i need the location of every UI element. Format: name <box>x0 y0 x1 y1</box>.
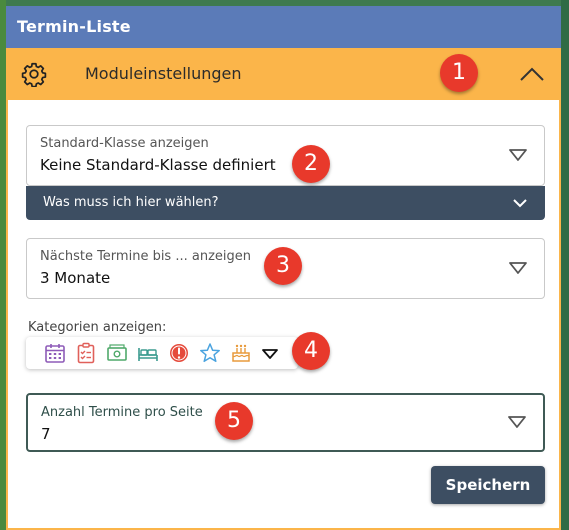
entries-per-page-select[interactable]: Anzahl Termine pro Seite 7 <box>26 393 545 452</box>
help-text: Was muss ich hier wählen? <box>43 195 219 210</box>
save-button[interactable]: Speichern <box>431 466 545 504</box>
annotation-badge-4: 4 <box>292 332 330 370</box>
star-icon <box>200 343 220 363</box>
categories-label: Kategorien anzeigen: <box>28 320 167 335</box>
standard-class-label: Standard-Klasse anzeigen <box>40 136 209 151</box>
dropdown-triangle-icon <box>262 349 278 359</box>
module-settings-label: Moduleinstellungen <box>85 64 242 83</box>
birthday-cake-icon <box>232 344 250 362</box>
alert-icon <box>170 344 188 362</box>
annotation-badge-5: 5 <box>215 402 253 440</box>
chevron-up-icon[interactable] <box>519 64 545 84</box>
annotation-badge-1: 1 <box>440 54 478 92</box>
dropdown-triangle-icon <box>509 262 527 274</box>
background-right-edge <box>561 0 569 530</box>
annotation-badge-3: 3 <box>264 247 302 285</box>
clipboard-checklist-icon <box>77 342 95 364</box>
standard-class-select[interactable]: Standard-Klasse anzeigen Keine Standard-… <box>26 125 545 186</box>
settings-content: Standard-Klasse anzeigen Keine Standard-… <box>6 100 561 530</box>
dropdown-triangle-icon <box>509 149 527 161</box>
bed-icon <box>138 348 158 361</box>
help-toggle-bar[interactable]: Was muss ich hier wählen? <box>26 186 545 220</box>
dropdown-triangle-icon <box>508 416 526 428</box>
money-icon <box>107 344 127 361</box>
next-dates-value: 3 Monate <box>40 269 111 287</box>
entries-per-page-label: Anzahl Termine pro Seite <box>41 405 203 420</box>
entries-per-page-value: 7 <box>41 425 51 443</box>
panel-title: Termin-Liste <box>6 6 561 48</box>
annotation-badge-2: 2 <box>292 145 330 183</box>
gear-icon <box>21 62 47 87</box>
next-dates-label: Nächste Termine bis ... anzeigen <box>40 249 251 264</box>
calendar-icon <box>45 344 65 363</box>
standard-class-value: Keine Standard-Klasse definiert <box>40 156 276 174</box>
chevron-down-icon <box>513 199 527 208</box>
categories-select[interactable] <box>26 337 298 369</box>
